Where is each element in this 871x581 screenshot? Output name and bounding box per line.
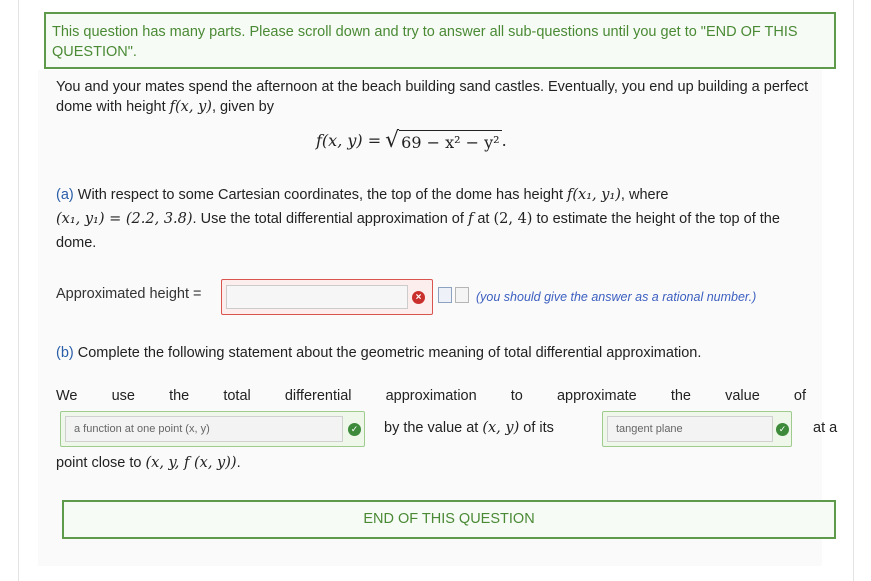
- sqrt-symbol: √: [385, 128, 400, 153]
- answer-label: Approximated height =: [56, 286, 202, 302]
- point-expression: (x, y, f (x, y)): [145, 455, 237, 471]
- formula-end: .: [501, 131, 507, 150]
- part-a-text: (a) With respect to some Cartesian coord…: [56, 183, 840, 255]
- equation-editor-icon[interactable]: [438, 287, 452, 303]
- statement-line-3: point close to (x, y, f (x, y)).: [56, 455, 241, 471]
- part-a-line-2: (x₁, y₁) = (2.2, 3.8). Use the total dif…: [56, 211, 780, 227]
- help-document-icon[interactable]: [455, 287, 469, 303]
- select-1-container: a function at one point (x, y) ✓: [60, 411, 365, 447]
- select-2-container: tangent plane ✓: [602, 411, 792, 447]
- height-expression: f(x, y): [169, 99, 212, 115]
- at-a-text: at a: [813, 420, 838, 436]
- part-a-line-1: (a) With respect to some Cartesian coord…: [56, 187, 669, 203]
- correct-check-icon: ✓: [776, 423, 789, 436]
- intro-line-2: dome with height f(x, y), given by: [56, 99, 275, 115]
- end-of-question-box: END OF THIS QUESTION: [62, 500, 836, 539]
- part-a-label: (a): [56, 187, 74, 203]
- notice-box: This question has many parts. Please scr…: [44, 12, 836, 69]
- incorrect-icon: ×: [412, 291, 425, 304]
- approx-point: (2, 4): [493, 211, 533, 227]
- intro-text: You and your mates spend the afternoon a…: [56, 77, 846, 117]
- part-b-label: (b): [56, 345, 74, 361]
- correct-check-icon: ✓: [348, 423, 361, 436]
- dome-formula: f(x, y) = √ 69 − x² − y² .: [316, 128, 507, 153]
- formula-lhs: f(x, y) =: [316, 131, 382, 150]
- formula-radicand: 69 − x² − y²: [399, 129, 502, 152]
- part-a-line-3: dome.: [56, 235, 97, 251]
- answer-field-container: ×: [221, 279, 433, 315]
- select-tangent-plane[interactable]: tangent plane: [607, 416, 773, 442]
- statement-middle: by the value at (x, y) of its: [384, 420, 554, 436]
- fx1-expression: f(x₁, y₁): [567, 187, 621, 203]
- point-equation: (x₁, y₁) = (2.2, 3.8): [56, 211, 193, 227]
- approximated-height-input[interactable]: [226, 285, 408, 309]
- part-b-intro: (b) Complete the following statement abo…: [56, 345, 702, 361]
- statement-line-1: We use the total differential approximat…: [56, 388, 806, 404]
- select-function-point[interactable]: a function at one point (x, y): [65, 416, 343, 442]
- intro-line-1: You and your mates spend the afternoon a…: [56, 79, 809, 95]
- answer-hint: (you should give the answer as a rationa…: [476, 290, 757, 304]
